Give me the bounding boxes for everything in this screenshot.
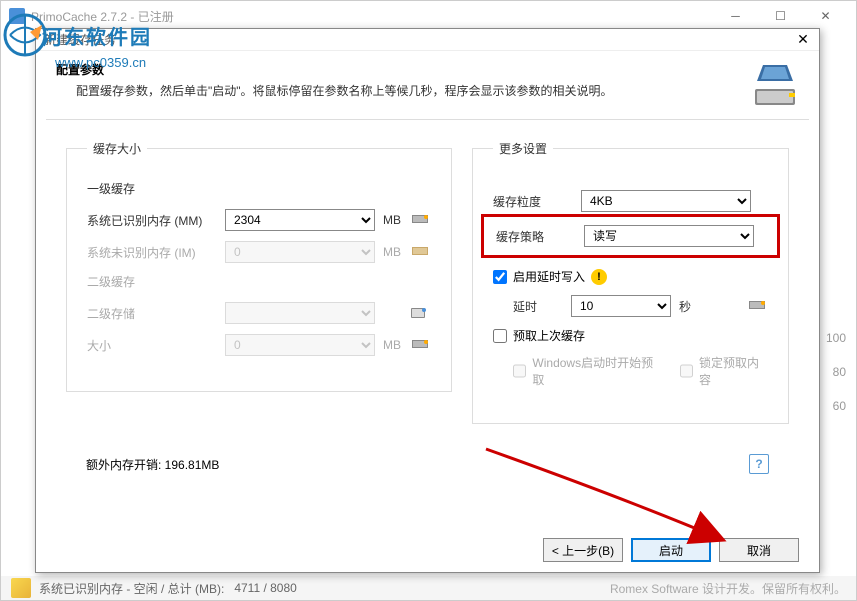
- dialog-header-title: 配置参数: [56, 61, 751, 78]
- dialog-close-button[interactable]: ✕: [795, 32, 811, 48]
- bg-scale: 100 80 60: [826, 331, 846, 413]
- status-bar: 系统已识别内存 - 空闲 / 总计 (MB): 4711 / 8080 Rome…: [1, 576, 856, 600]
- unrec-mem-unit: MB: [383, 245, 401, 259]
- help-icon[interactable]: ?: [749, 454, 769, 474]
- dialog-titlebar: 新建缓存任务 ✕: [36, 29, 819, 51]
- prefetch-label: 预取上次缓存: [513, 327, 585, 344]
- l2-size-label: 大小: [87, 337, 217, 354]
- defer-write-label: 启用延时写入: [513, 268, 585, 285]
- back-button[interactable]: < 上一步(B): [543, 538, 623, 562]
- new-cache-dialog: 新建缓存任务 ✕ 配置参数 配置缓存参数，然后单击"启动"。将鼠标停留在参数名称…: [35, 28, 820, 573]
- sys-mem-select[interactable]: 2304: [225, 209, 375, 231]
- unrec-mem-config-icon[interactable]: [409, 241, 431, 263]
- more-settings-legend: 更多设置: [493, 140, 553, 157]
- l2-storage-select: [225, 302, 375, 324]
- delay-unit: 秒: [679, 298, 691, 315]
- close-button[interactable]: ✕: [803, 2, 848, 30]
- status-values: 4711 / 8080: [234, 581, 297, 595]
- dialog-header: 配置参数 配置缓存参数，然后单击"启动"。将鼠标停留在参数名称上等候几秒，程序会…: [36, 51, 819, 119]
- dialog-header-desc: 配置缓存参数，然后单击"启动"。将鼠标停留在参数名称上等候几秒，程序会显示该参数…: [76, 82, 751, 99]
- extra-mem-label: 额外内存开销: 196.81MB: [86, 456, 219, 473]
- main-titlebar: PrimoCache 2.7.2 - 已注册 ─ ☐ ✕: [1, 1, 856, 31]
- prefetch-boot-checkbox: [513, 364, 526, 378]
- strategy-label: 缓存策略: [496, 228, 576, 245]
- l2-size-unit: MB: [383, 338, 401, 352]
- dialog-title: 新建缓存任务: [44, 31, 795, 48]
- main-title: PrimoCache 2.7.2 - 已注册: [31, 8, 713, 25]
- start-button[interactable]: 启动: [631, 538, 711, 562]
- warning-icon[interactable]: !: [591, 269, 607, 285]
- sys-mem-unit: MB: [383, 213, 401, 227]
- delay-select[interactable]: 10: [571, 295, 671, 317]
- cache-task-icon: [751, 61, 799, 109]
- sys-mem-label: 系统已识别内存 (MM): [87, 212, 217, 229]
- l1-cache-label: 一级缓存: [87, 180, 431, 197]
- unrec-mem-select: 0: [225, 241, 375, 263]
- cache-size-legend: 缓存大小: [87, 140, 147, 157]
- app-icon: [9, 8, 25, 24]
- cache-size-group: 缓存大小 一级缓存 系统已识别内存 (MM) 2304 MB 系统未识别内存: [66, 140, 452, 392]
- status-icon: [11, 578, 31, 598]
- prefetch-checkbox[interactable]: [493, 329, 507, 343]
- prefetch-boot-label: Windows启动时开始预取: [532, 354, 659, 388]
- strategy-highlight: 缓存策略 读写: [481, 214, 780, 258]
- copyright-text: Romex Software 设计开发。保留所有权利。: [610, 580, 846, 597]
- delay-config-icon[interactable]: [746, 295, 768, 317]
- cancel-button[interactable]: 取消: [719, 538, 799, 562]
- prefetch-lock-label: 锁定预取内容: [699, 354, 768, 388]
- more-settings-group: 更多设置 缓存粒度 4KB 缓存策略 读写: [472, 140, 789, 424]
- delay-label: 延时: [493, 298, 563, 315]
- prefetch-lock-checkbox: [680, 364, 693, 378]
- l2-storage-label: 二级存储: [87, 305, 217, 322]
- l2-cache-label: 二级缓存: [87, 273, 431, 290]
- unrec-mem-label: 系统未识别内存 (IM): [87, 244, 217, 261]
- l2-size-config-icon[interactable]: [409, 334, 431, 356]
- dialog-footer: < 上一步(B) 启动 取消: [543, 538, 799, 562]
- block-size-label: 缓存粒度: [493, 193, 573, 210]
- block-size-select[interactable]: 4KB: [581, 190, 751, 212]
- strategy-select[interactable]: 读写: [584, 225, 754, 247]
- l2-storage-config-icon[interactable]: [407, 302, 429, 324]
- status-text: 系统已识别内存 - 空闲 / 总计 (MB):: [39, 580, 224, 597]
- defer-write-checkbox[interactable]: [493, 270, 507, 284]
- sys-mem-config-icon[interactable]: [409, 209, 431, 231]
- l2-size-select: 0: [225, 334, 375, 356]
- maximize-button[interactable]: ☐: [758, 2, 803, 30]
- minimize-button[interactable]: ─: [713, 2, 758, 30]
